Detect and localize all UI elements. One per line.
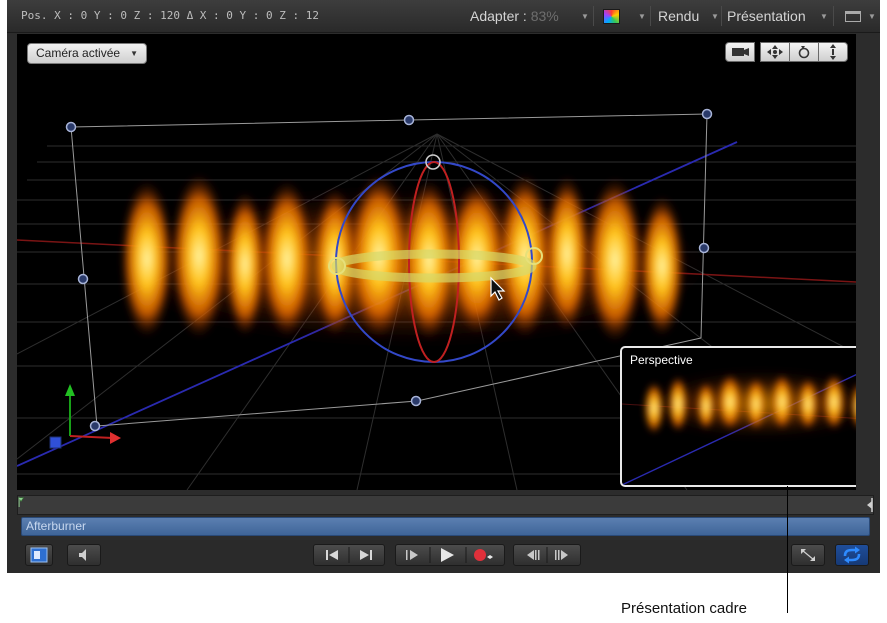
- render-menu[interactable]: Rendu: [658, 8, 699, 24]
- frame-step-group: [513, 544, 581, 566]
- loop-button[interactable]: [835, 544, 869, 566]
- chevron-down-icon: ▼: [638, 12, 646, 21]
- fit-zoom-value: 83%: [530, 8, 559, 24]
- skip-icons: [326, 547, 372, 563]
- minimap-label: Perspective: [630, 353, 693, 367]
- view-overlay-minimap[interactable]: Perspective: [620, 346, 856, 487]
- view-layout-icon[interactable]: [845, 11, 861, 22]
- dolly-button[interactable]: [818, 42, 848, 62]
- view-menu[interactable]: Présentation: [727, 8, 806, 24]
- fit-zoom-menu[interactable]: Adapter : 83%: [470, 8, 559, 24]
- playhead-icon[interactable]: [16, 497, 26, 507]
- orbit-icon: [798, 46, 810, 59]
- play-record-group: [395, 544, 505, 566]
- canvas-status-bar: Pos. X : 0 Y : 0 Z : 120 Δ X : 0 Y : 0 Z…: [7, 0, 880, 33]
- fit-zoom-label: Adapter :: [470, 8, 527, 24]
- chevron-down-icon: ▼: [581, 12, 589, 21]
- out-point-icon[interactable]: [866, 498, 874, 512]
- transport-controls: [7, 540, 880, 573]
- timeline-clip[interactable]: Afterburner: [21, 517, 870, 536]
- go-to-start-icon: [326, 550, 338, 560]
- orbit-button[interactable]: [789, 42, 819, 62]
- divider: [650, 6, 651, 26]
- camera-menu-label: Caméra activée: [36, 46, 121, 60]
- camera-button[interactable]: [725, 42, 755, 62]
- divider: [721, 6, 722, 26]
- fullscreen-button[interactable]: [791, 544, 825, 566]
- 3d-view-tools: [725, 42, 849, 62]
- audio-button[interactable]: [67, 544, 101, 566]
- go-to-start-end-group: [313, 544, 385, 566]
- record-icon: [474, 549, 493, 561]
- fire-particles: [112, 174, 712, 344]
- chevron-down-icon: ▼: [130, 49, 139, 58]
- camera-menu[interactable]: Caméra activée ▼: [27, 43, 148, 64]
- chevron-down-icon: ▼: [711, 12, 719, 21]
- frame-step-icons: [527, 547, 568, 563]
- play-icon: [441, 548, 454, 562]
- expand-icon: [801, 549, 815, 561]
- timing-display-icon: [30, 547, 48, 563]
- play-record-icons: [406, 547, 493, 563]
- chevron-down-icon: ▼: [820, 12, 828, 21]
- callout-line: [787, 486, 788, 599]
- dolly-icon: [830, 44, 836, 60]
- loop-icon: [843, 546, 861, 564]
- canvas-window: Pos. X : 0 Y : 0 Z : 120 Δ X : 0 Y : 0 Z…: [7, 0, 880, 573]
- play-from-start-icon: [406, 550, 418, 560]
- timing-display-button[interactable]: [25, 544, 53, 566]
- divider: [833, 6, 834, 26]
- callout-label: Présentation cadre: [621, 600, 747, 617]
- orientation-axes-icon: [49, 384, 121, 449]
- pan-icon: [767, 45, 783, 59]
- divider: [593, 6, 594, 26]
- callout-tick: [787, 599, 788, 613]
- pan-button[interactable]: [760, 42, 790, 62]
- previous-frame-icon: [527, 550, 540, 560]
- color-channels-icon[interactable]: [603, 9, 620, 24]
- next-frame-icon: [555, 550, 568, 560]
- go-to-end-icon: [360, 550, 372, 560]
- chevron-down-icon: ▼: [868, 12, 876, 21]
- position-readout: Pos. X : 0 Y : 0 Z : 120 Δ X : 0 Y : 0 Z…: [21, 9, 320, 22]
- minimap-canvas: [622, 373, 856, 485]
- speaker-icon: [79, 549, 86, 561]
- clip-name: Afterburner: [26, 519, 87, 533]
- 3d-viewport[interactable]: Caméra activée ▼ Perspective: [17, 34, 856, 490]
- camera-icon: [732, 48, 749, 56]
- mini-timeline-ruler[interactable]: [17, 495, 874, 515]
